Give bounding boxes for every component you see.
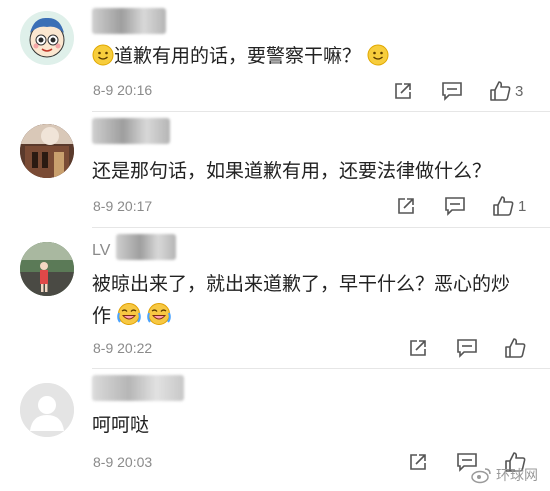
comment-text: 呵呵哒 [92, 414, 150, 436]
share-button[interactable] [408, 452, 428, 472]
comment-1: 道歉有用的话，要警察干嘛？ 8-9 20:16 3 [0, 0, 550, 110]
crying-laugh-emoji [117, 302, 141, 336]
like-icon [490, 81, 511, 101]
comment-text: 道歉有用的话，要警察干嘛？ [92, 40, 389, 76]
share-icon [410, 340, 426, 356]
smiley-emoji [367, 44, 389, 76]
crying-laugh-emoji [147, 302, 171, 336]
username-blurred[interactable] [116, 234, 176, 260]
username[interactable]: LV [92, 242, 110, 260]
reply-button[interactable] [441, 81, 463, 101]
comment-4: 呵呵哒 8-9 20:03 [0, 369, 550, 491]
username-blurred[interactable] [92, 8, 166, 34]
reply-icon [445, 197, 465, 216]
watermark: 环球网 [471, 465, 538, 485]
timestamp: 8-9 20:16 [93, 82, 153, 98]
comment-2: 还是那句话，如果道歉有用，还要法律做什么？ 8-9 20:17 1 [0, 112, 550, 227]
like-button[interactable] [504, 337, 526, 359]
comment-actions: 1 [396, 195, 526, 217]
share-icon [410, 454, 426, 470]
like-count: 3 [515, 82, 524, 100]
reply-button[interactable] [444, 196, 466, 216]
share-button[interactable] [393, 81, 413, 101]
username-blurred[interactable] [92, 118, 170, 144]
comment-text: 被晾出来了，就出来道歉了，早干什么？恶心的炒 作 [92, 268, 532, 336]
like-icon [493, 196, 514, 216]
avatar[interactable] [20, 124, 74, 178]
reply-icon [442, 82, 462, 101]
timestamp: 8-9 20:03 [93, 454, 153, 470]
share-button[interactable] [396, 196, 416, 216]
timestamp: 8-9 20:22 [93, 340, 153, 356]
like-button[interactable]: 3 [489, 80, 523, 102]
share-button[interactable] [408, 338, 428, 358]
avatar[interactable] [20, 11, 74, 65]
like-button[interactable]: 1 [492, 195, 526, 217]
comment-text: 还是那句话，如果道歉有用，还要法律做什么？ [92, 160, 492, 182]
share-icon [395, 83, 411, 99]
comment-actions [408, 337, 526, 359]
timestamp: 8-9 20:17 [93, 198, 153, 214]
comment-text-line: 作 [92, 300, 532, 336]
weibo-logo [471, 468, 491, 484]
like-icon [505, 338, 526, 358]
reply-button[interactable] [456, 338, 478, 358]
like-count: 1 [518, 197, 527, 215]
avatar[interactable] [20, 242, 74, 296]
watermark-text: 环球网 [496, 468, 538, 484]
reply-icon [457, 339, 477, 358]
share-icon [398, 198, 414, 214]
comment-3: LV 被晾出来了，就出来道歉了，早干什么？恶心的炒 作 8-9 20:22 [0, 228, 550, 368]
comment-text-line: 被晾出来了，就出来道歉了，早干什么？恶心的炒 [92, 273, 511, 295]
username-blurred[interactable] [92, 375, 184, 401]
avatar[interactable] [20, 383, 74, 437]
smiley-emoji [92, 44, 114, 76]
comment-actions: 3 [393, 80, 523, 102]
